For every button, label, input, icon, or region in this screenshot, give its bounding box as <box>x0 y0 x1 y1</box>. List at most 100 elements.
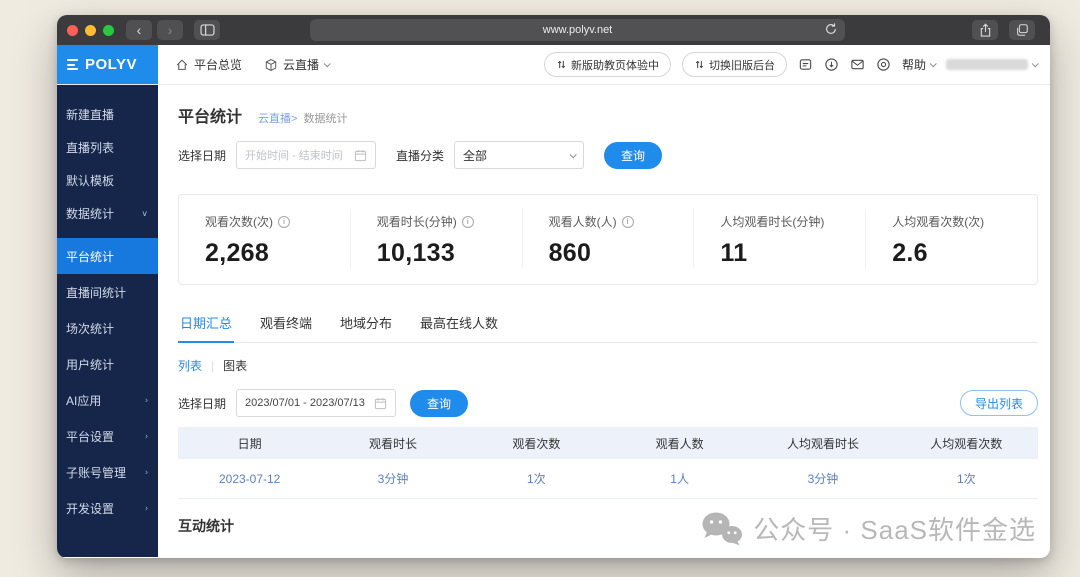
switch-old-version-pill[interactable]: 切换旧版后台 <box>681 52 787 77</box>
sidebar-item-data-statistics[interactable]: 数据统计 ∨ <box>57 197 158 230</box>
logo-text: POLYV <box>85 56 137 73</box>
share-icon <box>980 23 990 37</box>
traffic-lights <box>67 24 114 36</box>
category-filter-label: 直播分类 <box>396 148 445 163</box>
mail-icon <box>851 59 864 70</box>
sidebar-panel-icon <box>199 24 215 36</box>
sidebar-item-user-statistics[interactable]: 用户统计 <box>57 346 158 382</box>
page-title: 平台统计 <box>178 109 243 126</box>
switch-arrows-icon <box>557 60 566 69</box>
switch-arrows-icon <box>695 60 704 69</box>
date-filter-label: 选择日期 <box>178 396 227 411</box>
chevron-right-icon: › <box>145 431 148 441</box>
search-button-2[interactable]: 查询 <box>410 389 469 417</box>
service-button[interactable] <box>876 57 891 72</box>
nav-cloud-live[interactable]: 云直播 <box>264 56 331 73</box>
info-icon[interactable] <box>278 215 290 228</box>
chevron-down-icon <box>1031 60 1039 68</box>
new-assistant-page-pill[interactable]: 新版助教页体验中 <box>543 52 671 77</box>
back-button[interactable]: ‹ <box>126 20 152 40</box>
help-menu[interactable]: 帮助 <box>902 56 937 73</box>
sidebar-item-platform-statistics[interactable]: 平台统计 <box>57 238 158 274</box>
tab-max-online[interactable]: 最高在线人数 <box>418 309 500 342</box>
date-summary-table: 日期 观看时长 观看次数 观看人数 人均观看时长 人均观看次数 2023-07-… <box>178 427 1038 499</box>
stat-avg-views: 人均观看次数(次) 2.6 <box>865 209 1037 268</box>
sidebar-item-platform-settings[interactable]: 平台设置 › <box>57 418 158 454</box>
mail-button[interactable] <box>850 57 865 72</box>
category-select[interactable]: 全部 <box>454 141 585 169</box>
sidebar: 新建直播 直播列表 默认模板 数据统计 ∨ 平台统计 直播间统计 场次统计 用户统… <box>57 85 158 557</box>
breadcrumb-current: 数据统计 <box>303 113 348 125</box>
date-range-value: 2023/07/01 - 2023/07/13 <box>245 397 365 409</box>
cube-icon <box>265 58 277 71</box>
download-icon <box>825 58 838 71</box>
zoom-window-button[interactable] <box>103 24 114 36</box>
stat-view-duration: 观看时长(分钟) 10,133 <box>349 209 522 268</box>
date-filter-label: 选择日期 <box>178 148 227 163</box>
menu-collapse-icon[interactable] <box>67 59 78 70</box>
account-name-redacted <box>946 59 1028 70</box>
chart-view-toggle[interactable]: 图表 <box>223 357 247 374</box>
sidebar-item-live-list[interactable]: 直播列表 <box>57 131 158 164</box>
tab-overview-button[interactable] <box>1009 20 1035 40</box>
account-menu[interactable] <box>946 59 1039 70</box>
chevron-expanded-icon: ∨ <box>141 208 148 218</box>
sidebar-item-new-live[interactable]: 新建直播 <box>57 98 158 131</box>
list-view-toggle[interactable]: 列表 <box>178 357 202 374</box>
polyv-logo[interactable]: POLYV <box>57 45 158 84</box>
reload-icon[interactable] <box>824 22 838 39</box>
share-button[interactable] <box>972 20 998 40</box>
chevron-down-icon <box>569 150 577 158</box>
stat-value: 860 <box>548 239 592 267</box>
category-selected-value: 全部 <box>463 148 488 163</box>
main-content: 平台统计 云直播> 数据统计 选择日期 开始时间 - 结束时间 直播分类 全部 … <box>158 85 1050 557</box>
tab-view-terminal[interactable]: 观看终端 <box>258 309 314 342</box>
browser-window: ‹ › www.polyv.net POLYV 平台总览 云直播 新版助教页体验… <box>57 15 1050 558</box>
date-range-input-2[interactable]: 2023/07/01 - 2023/07/13 <box>236 389 397 417</box>
watermark: 公众号 · SaaS软件金选 <box>701 510 1036 547</box>
stat-viewer-count: 观看人数(人) 860 <box>521 209 694 268</box>
forward-button[interactable]: › <box>157 20 183 40</box>
date-range-input[interactable]: 开始时间 - 结束时间 <box>236 141 377 169</box>
close-window-button[interactable] <box>67 24 78 36</box>
chevron-down-icon <box>929 60 937 68</box>
service-icon <box>877 58 890 71</box>
console-button[interactable] <box>798 57 813 72</box>
tab-date-summary[interactable]: 日期汇总 <box>178 309 235 343</box>
home-icon <box>176 58 188 70</box>
toggle-divider: | <box>211 358 215 373</box>
info-icon[interactable] <box>461 215 474 228</box>
info-icon[interactable] <box>621 215 634 228</box>
chevron-down-icon <box>323 60 331 68</box>
calendar-icon <box>374 397 387 409</box>
chevron-right-icon: › <box>145 503 148 513</box>
chevron-right-icon: › <box>145 395 148 405</box>
stats-summary-card: 观看次数(次) 2,268 观看时长(分钟) 10,133 观看人数(人) 86… <box>178 194 1038 285</box>
sidebar-toggle-button[interactable] <box>194 20 220 40</box>
wechat-icon <box>702 512 743 545</box>
table-row[interactable]: 2023-07-12 3分钟 1次 1人 3分钟 1次 <box>178 459 1038 499</box>
download-button[interactable] <box>824 57 839 72</box>
nav-platform-overview[interactable]: 平台总览 <box>175 56 242 73</box>
sidebar-item-subaccount-management[interactable]: 子账号管理 › <box>57 454 158 490</box>
watermark-text: 公众号 · SaaS软件金选 <box>753 515 1036 545</box>
sidebar-item-dev-settings[interactable]: 开发设置 › <box>57 490 158 526</box>
console-icon <box>799 59 812 70</box>
browser-titlebar: ‹ › www.polyv.net <box>57 15 1050 45</box>
export-list-button[interactable]: 导出列表 <box>959 390 1038 416</box>
address-bar[interactable]: www.polyv.net <box>310 19 845 41</box>
search-button[interactable]: 查询 <box>604 141 663 169</box>
stat-value: 11 <box>720 239 748 267</box>
stat-avg-duration: 人均观看时长(分钟) 11 <box>693 209 865 268</box>
date-range-placeholder: 开始时间 - 结束时间 <box>245 150 343 162</box>
sidebar-item-ai-apps[interactable]: AI应用 › <box>57 382 158 418</box>
table-header-row: 日期 观看时长 观看次数 观看人数 人均观看时长 人均观看次数 <box>178 427 1038 459</box>
sidebar-item-default-template[interactable]: 默认模板 <box>57 164 158 197</box>
minimize-window-button[interactable] <box>85 24 96 36</box>
breadcrumb-parent[interactable]: 云直播> <box>258 113 297 125</box>
sidebar-item-session-statistics[interactable]: 场次统计 <box>57 310 158 346</box>
tab-region-distribution[interactable]: 地域分布 <box>338 309 394 342</box>
tabs-icon <box>1017 24 1028 36</box>
app-header: POLYV 平台总览 云直播 新版助教页体验中 切换旧版后台 帮助 <box>57 45 1050 85</box>
sidebar-item-room-statistics[interactable]: 直播间统计 <box>57 274 158 310</box>
